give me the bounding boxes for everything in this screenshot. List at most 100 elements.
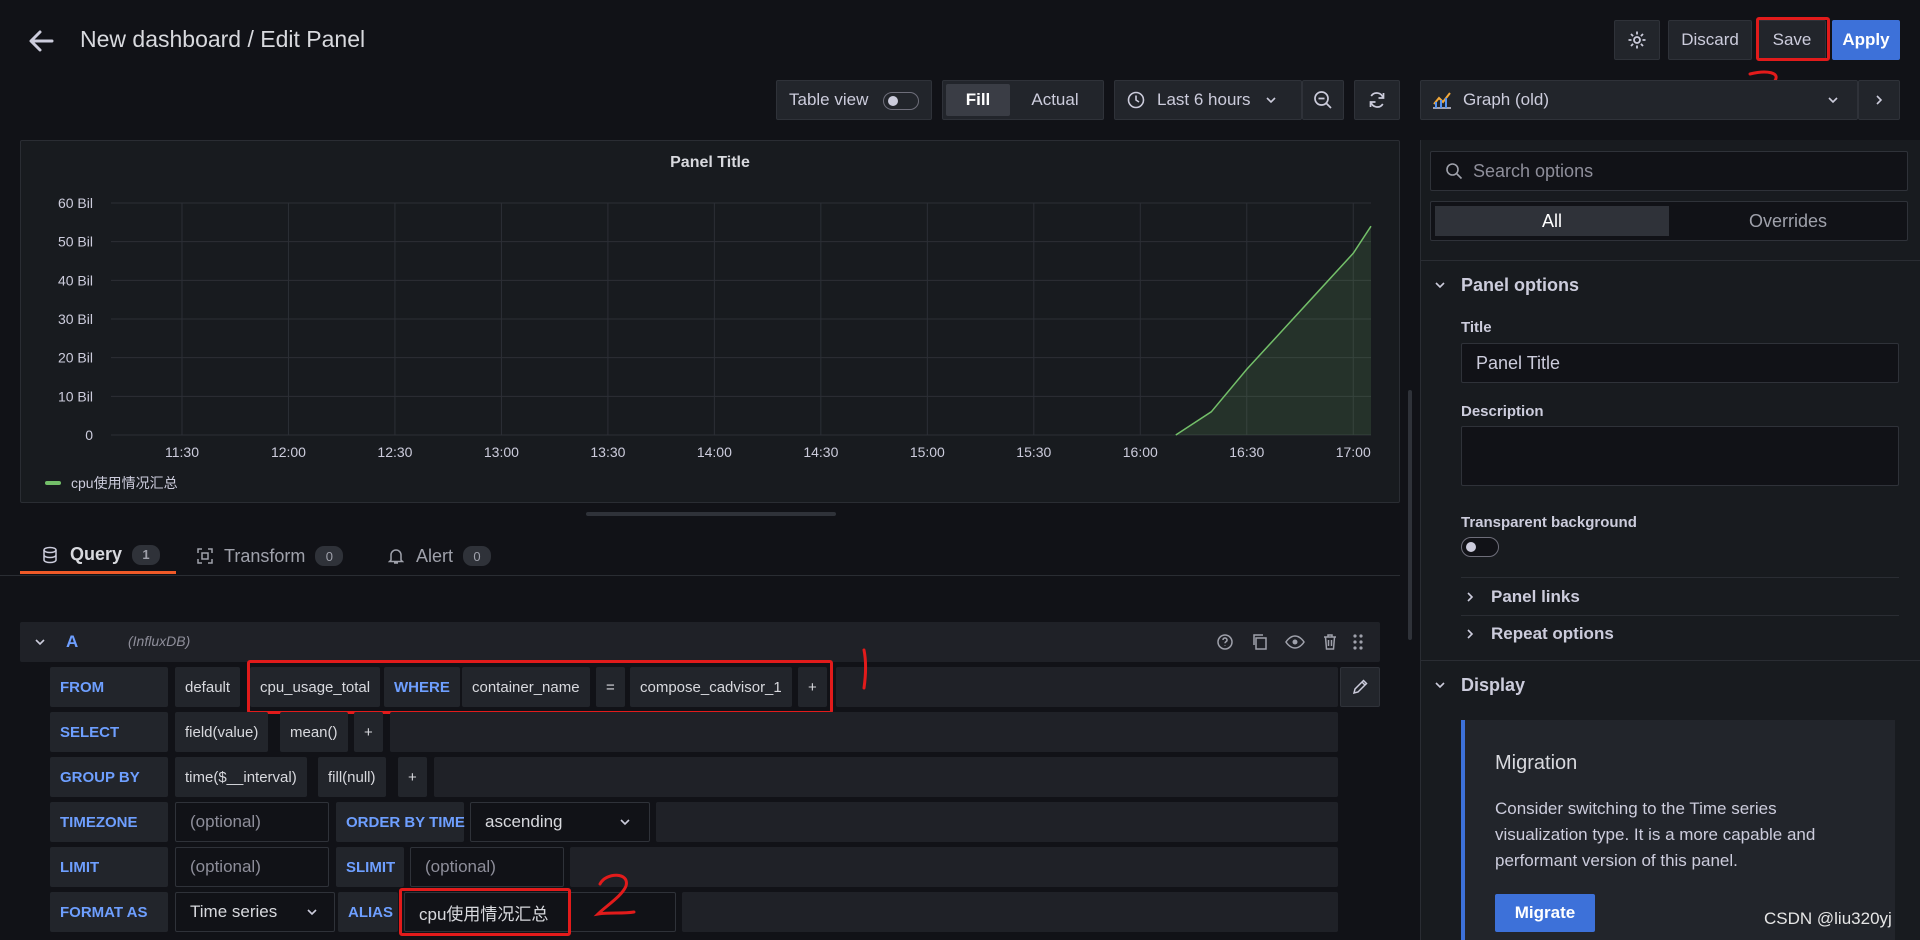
alias-label: ALIAS <box>338 892 398 932</box>
tab-all[interactable]: All <box>1435 206 1669 236</box>
select-row-filler <box>390 712 1338 752</box>
collapse-chevron-icon[interactable] <box>34 636 46 648</box>
transform-icon <box>197 548 213 564</box>
discard-button[interactable]: Discard <box>1668 20 1752 60</box>
where-operator[interactable]: = <box>596 667 625 707</box>
transform-count-badge: 0 <box>315 546 344 566</box>
timezone-input[interactable]: (optional) <box>175 802 329 842</box>
select-field[interactable]: field(value) <box>175 712 269 752</box>
actual-button[interactable]: Actual <box>1010 90 1100 110</box>
settings-button[interactable] <box>1614 20 1660 60</box>
alias-input[interactable]: cpu使用情况汇总 <box>404 892 676 932</box>
toggle-switch[interactable] <box>883 92 919 110</box>
where-key[interactable]: container_name <box>462 667 590 707</box>
tab-transform[interactable]: Transform 0 <box>196 538 344 574</box>
panel-options-header[interactable]: Panel options <box>1461 275 1579 296</box>
x-tick-label: 14:00 <box>697 444 732 460</box>
chevron-right-icon[interactable] <box>1464 628 1476 640</box>
help-icon[interactable] <box>1216 633 1234 651</box>
chevron-right-icon[interactable] <box>1464 591 1476 603</box>
chevron-right-icon <box>1876 95 1883 105</box>
limit-input[interactable]: (optional) <box>175 847 329 887</box>
chevron-down-icon <box>1265 97 1276 104</box>
page-title: New dashboard / Edit Panel <box>80 26 366 52</box>
x-tick-label: 17:00 <box>1336 444 1371 460</box>
y-tick-label: 20 Bil <box>58 350 93 366</box>
query-count-badge: 1 <box>132 544 161 565</box>
graph-icon <box>1433 92 1451 109</box>
chevron-down-icon[interactable] <box>1434 279 1446 291</box>
chevron-down-icon <box>620 819 630 826</box>
description-textarea[interactable] <box>1461 426 1899 486</box>
fill-button[interactable]: Fill <box>946 84 1010 116</box>
where-value[interactable]: compose_cadvisor_1 <box>630 667 792 707</box>
tab-overrides[interactable]: Overrides <box>1671 206 1905 236</box>
x-tick-label: 16:00 <box>1123 444 1158 460</box>
orderby-select[interactable]: ascending <box>470 802 650 842</box>
limit-label: LIMIT <box>50 847 168 887</box>
trash-icon[interactable] <box>1322 633 1338 651</box>
slimit-label: SLIMIT <box>336 847 404 887</box>
graph-chart[interactable]: 0 10 Bil 20 Bil 30 Bil 40 Bil 50 Bil 60 Bil 11:… <box>21 141 1399 502</box>
groupby-add-button[interactable]: + <box>398 757 427 797</box>
x-tick-label: 16:30 <box>1229 444 1264 460</box>
datasource-name: (InfluxDB) <box>128 633 191 649</box>
format-row-filler <box>682 892 1338 932</box>
legend-label[interactable]: cpu使用情况汇总 <box>71 473 178 493</box>
y-tick-label: 10 Bil <box>58 388 93 404</box>
edit-raw-button[interactable] <box>1340 667 1380 707</box>
from-row-filler <box>836 667 1338 707</box>
select-aggregation[interactable]: mean() <box>280 712 348 752</box>
apply-button[interactable]: Apply <box>1832 20 1900 60</box>
search-options-input[interactable]: Search options <box>1430 151 1908 191</box>
query-ref-id[interactable]: A <box>66 632 78 652</box>
groupby-fill[interactable]: fill(null) <box>318 757 386 797</box>
display-header[interactable]: Display <box>1461 675 1525 696</box>
search-icon <box>1446 163 1463 180</box>
groupby-time[interactable]: time($__interval) <box>175 757 307 797</box>
select-add-button[interactable]: + <box>354 712 383 752</box>
from-measurement[interactable]: cpu_usage_total <box>250 667 381 707</box>
from-policy[interactable]: default <box>175 667 241 707</box>
table-view-toggle[interactable]: Table view <box>776 80 932 120</box>
format-select[interactable]: Time series <box>175 892 335 932</box>
title-input[interactable]: Panel Title <box>1461 343 1899 383</box>
refresh-button[interactable] <box>1354 80 1400 120</box>
splitter-handle[interactable] <box>586 512 836 516</box>
title-label: Title <box>1461 319 1492 336</box>
migrate-button[interactable]: Migrate <box>1495 894 1595 932</box>
collapse-options-button[interactable] <box>1858 80 1900 120</box>
display-divider <box>1420 660 1920 661</box>
fill-actual-group: Fill Actual <box>942 80 1104 120</box>
back-arrow-icon[interactable] <box>26 26 56 56</box>
chevron-down-icon[interactable] <box>1434 679 1446 691</box>
tab-query[interactable]: Query 1 <box>20 538 176 574</box>
y-tick-label: 30 Bil <box>58 311 93 327</box>
y-tick-label: 0 <box>85 427 93 443</box>
transparent-toggle[interactable] <box>1461 537 1499 557</box>
where-add-button[interactable]: + <box>798 667 827 707</box>
migration-text: Consider switching to the Time series vi… <box>1495 799 1816 870</box>
series-area <box>1175 226 1371 435</box>
time-picker[interactable]: Last 6 hours <box>1114 80 1302 120</box>
drag-handle-icon[interactable] <box>1352 633 1364 651</box>
tabs-divider <box>0 575 1400 576</box>
repeat-options-header[interactable]: Repeat options <box>1491 624 1614 644</box>
tab-alert[interactable]: Alert 0 <box>388 538 492 574</box>
save-button[interactable]: Save <box>1758 20 1826 60</box>
x-tick-label: 14:30 <box>803 444 838 460</box>
limit-row-filler <box>570 847 1338 887</box>
slimit-input[interactable]: (optional) <box>410 847 564 887</box>
timezone-label: TIMEZONE <box>50 802 168 842</box>
alert-count-badge: 0 <box>463 546 492 566</box>
duplicate-icon[interactable] <box>1251 633 1269 651</box>
x-tick-label: 11:30 <box>165 444 199 460</box>
panel-links-header[interactable]: Panel links <box>1491 587 1580 607</box>
scrollbar[interactable] <box>1408 390 1412 640</box>
zoom-out-button[interactable] <box>1302 80 1344 120</box>
migration-title: Migration <box>1495 752 1578 774</box>
viz-picker[interactable]: Graph (old) <box>1420 80 1858 120</box>
eye-icon[interactable] <box>1285 633 1305 651</box>
options-divider <box>1420 260 1920 261</box>
y-tick-label: 50 Bil <box>58 234 93 250</box>
